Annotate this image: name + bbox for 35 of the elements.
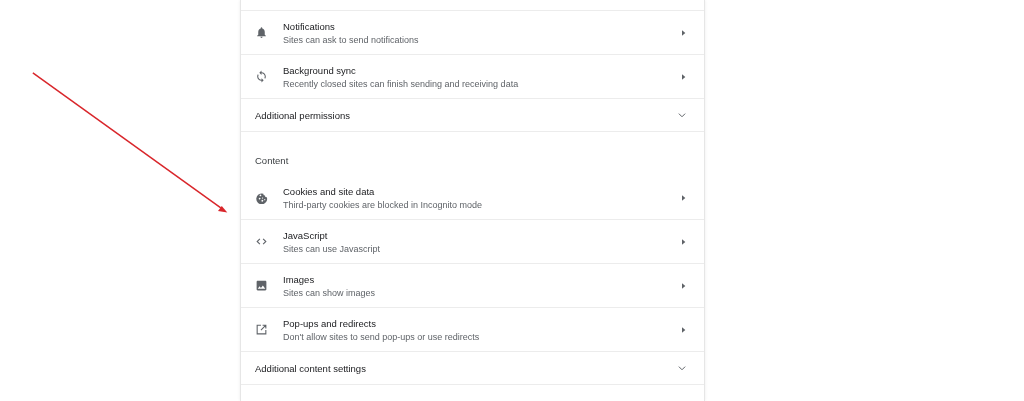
cookie-icon xyxy=(255,191,268,204)
arrow-right-icon xyxy=(682,194,686,201)
settings-row[interactable]: Notifications Sites can ask to send notifications xyxy=(241,11,704,55)
settings-row[interactable]: JavaScript Sites can use Javascript xyxy=(241,220,704,264)
bell-icon xyxy=(255,26,268,39)
row-description: Recently closed sites can finish sending and receiving data xyxy=(283,78,520,89)
row-title: Pop-ups and redirects xyxy=(283,317,377,329)
settings-row[interactable]: Images Sites can show images xyxy=(241,264,704,308)
row-title: Background sync xyxy=(283,64,357,76)
settings-row[interactable]: Background sync Recently closed sites can finish sending and receiving data xyxy=(241,55,704,99)
external-link-icon xyxy=(255,323,268,336)
arrow-right-icon xyxy=(682,29,686,36)
row-description: Third-party cookies are blocked in Incognito mode xyxy=(283,199,484,210)
section-heading: Content xyxy=(255,155,289,166)
settings-row[interactable]: Pop-ups and redirects Don't allow sites to send pop-ups or use redirects xyxy=(241,308,704,352)
arrow-right-icon xyxy=(682,238,686,245)
chevron-down-icon xyxy=(678,112,686,118)
row-title: JavaScript xyxy=(283,229,329,241)
row-title: Cookies and site data xyxy=(283,185,376,197)
row-title: Notifications xyxy=(283,20,336,32)
expand-row[interactable]: Additional content settings xyxy=(241,352,704,385)
row-title: Images xyxy=(283,273,316,285)
expand-row[interactable]: Additional permissions xyxy=(241,99,704,132)
settings-row[interactable]: Cookies and site data Third-party cookies are blocked in Incognito mode xyxy=(241,176,704,220)
code-icon xyxy=(255,235,268,248)
chevron-down-icon xyxy=(678,365,686,371)
arrow-right-icon xyxy=(682,326,686,333)
sync-icon xyxy=(255,70,268,83)
arrow-right-icon xyxy=(682,282,686,289)
arrow-right-icon xyxy=(682,73,686,80)
row-description: Don't allow sites to send pop-ups or use redirects xyxy=(283,331,481,342)
row-description: Sites can use Javascript xyxy=(283,243,382,254)
image-icon xyxy=(255,279,268,292)
row-description: Sites can show images xyxy=(283,287,377,298)
row-description: Sites can ask to send notifications xyxy=(283,34,420,45)
